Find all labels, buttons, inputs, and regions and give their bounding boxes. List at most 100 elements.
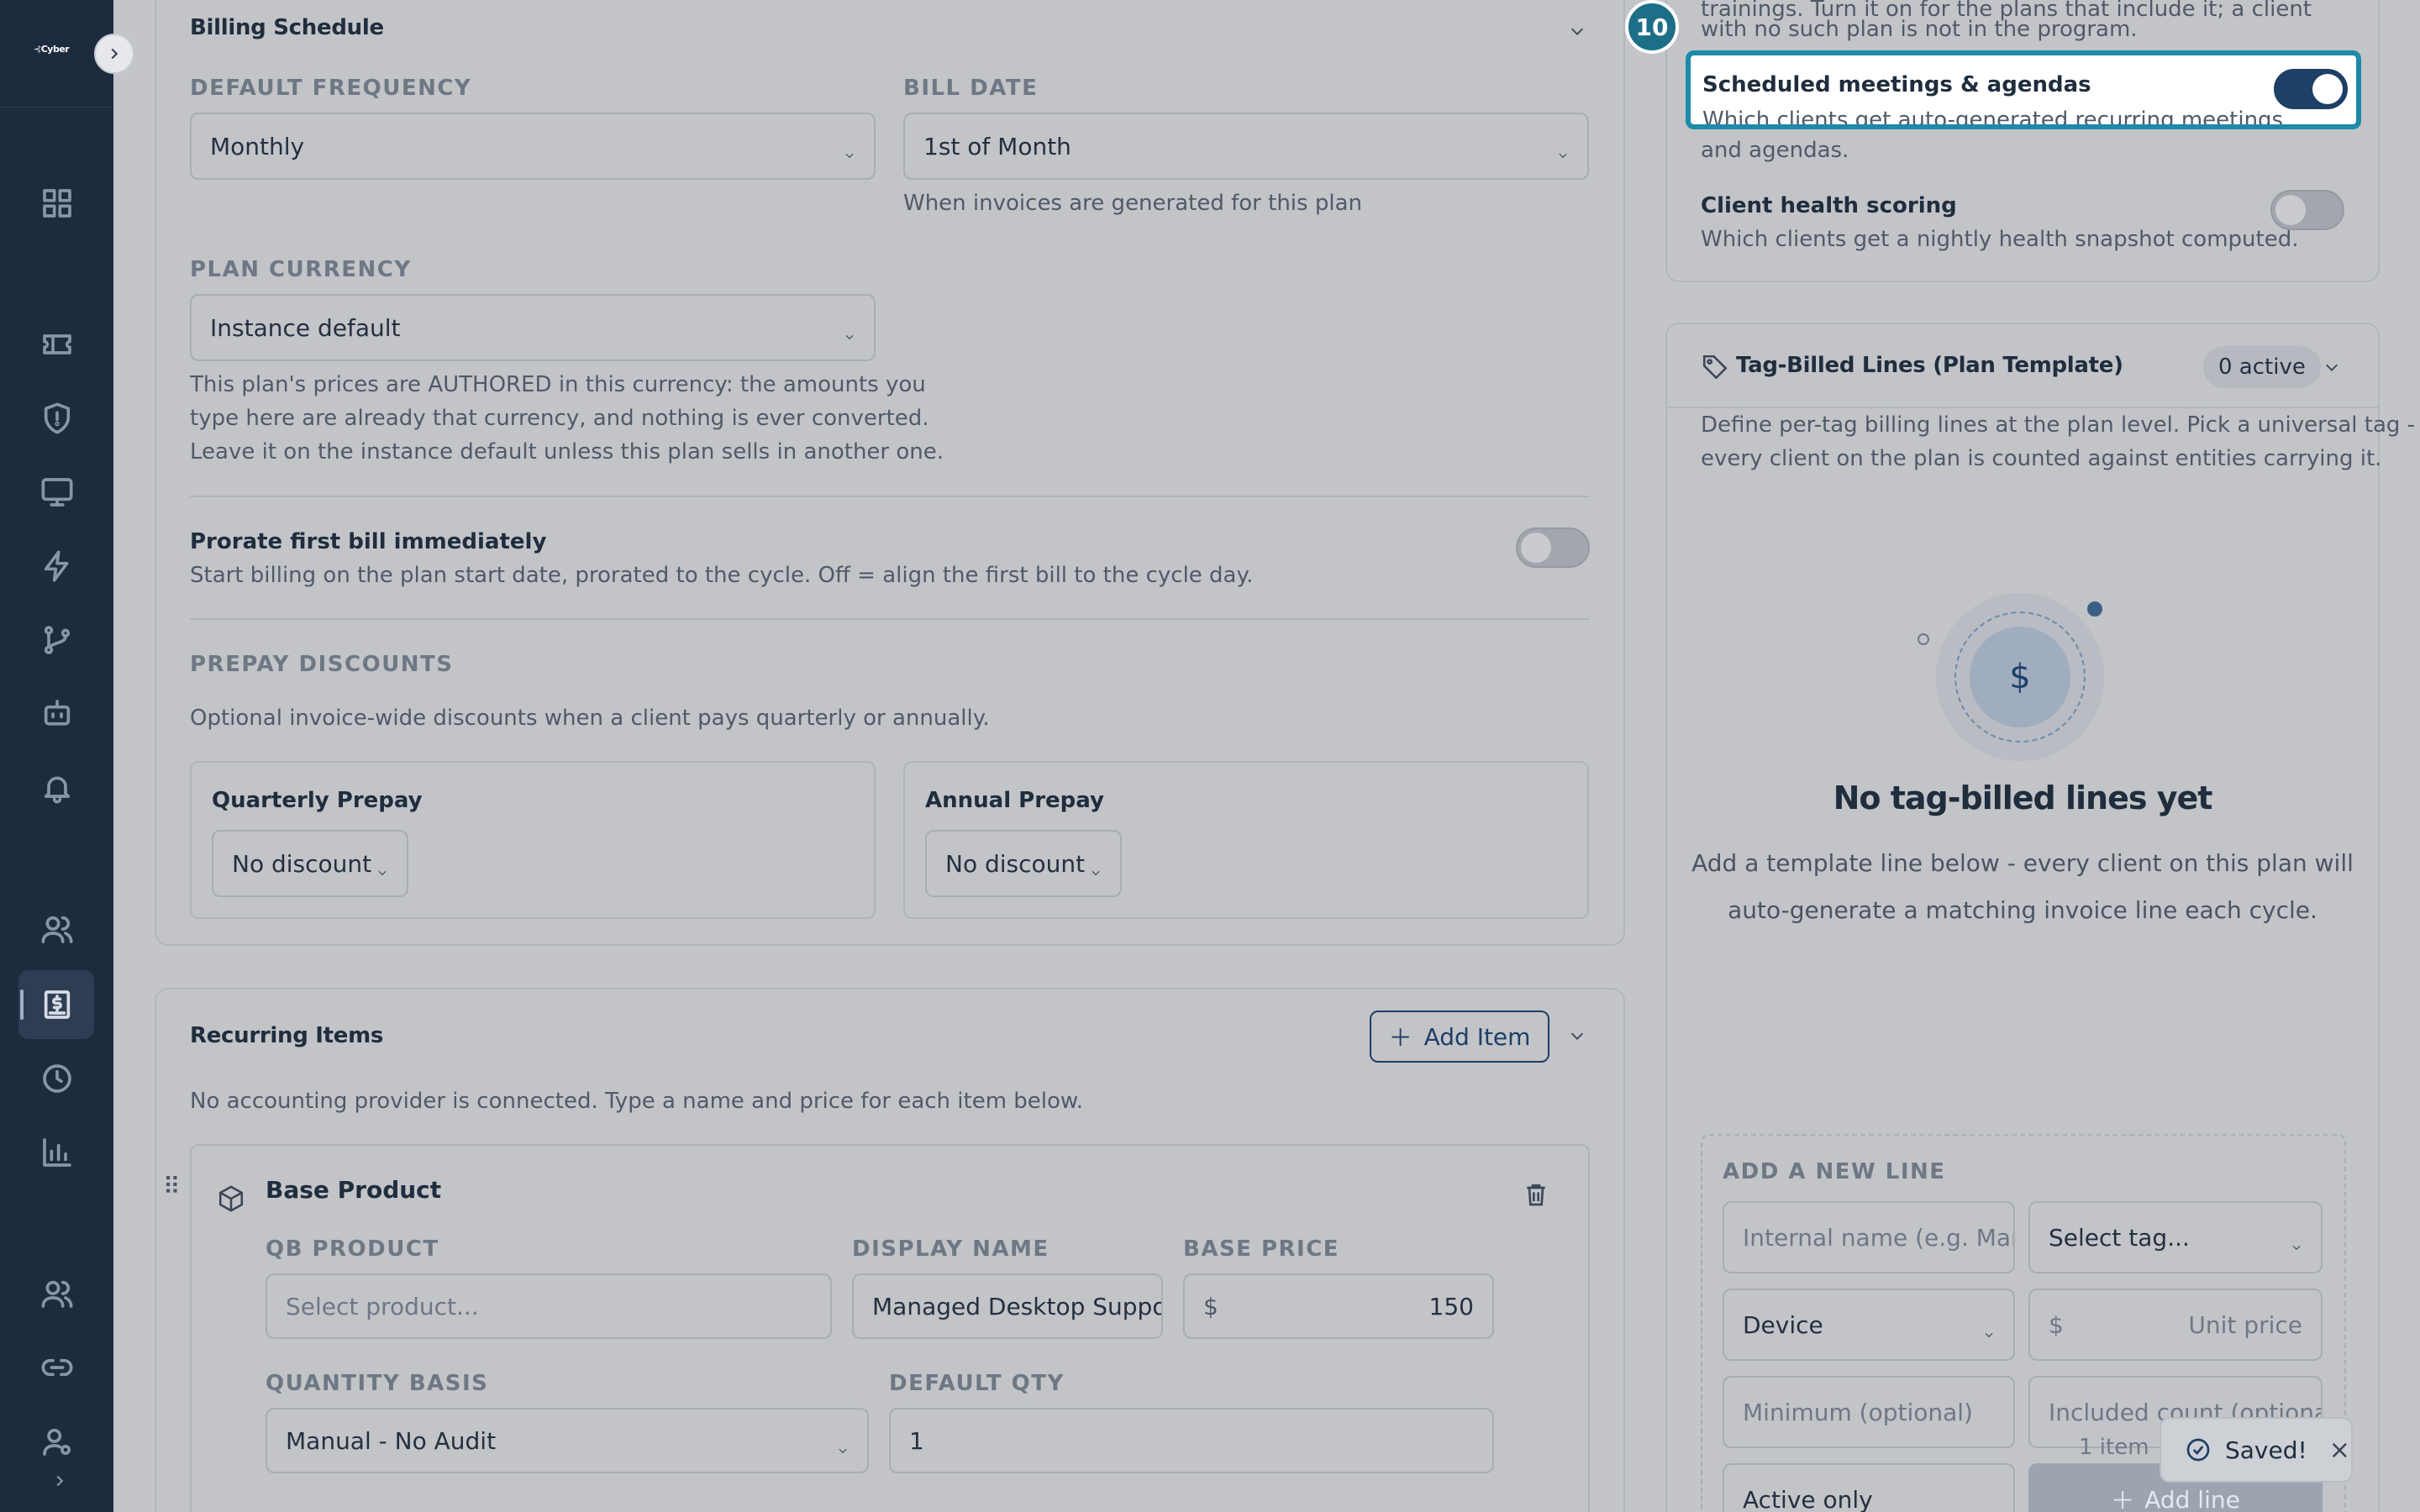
sidebar-item-clients[interactable]	[37, 909, 77, 949]
base-price-input[interactable]: $ 150	[1183, 1273, 1494, 1339]
drag-handle-icon[interactable]: ⠿	[163, 1173, 181, 1200]
prorate-description: Start billing on the plan start date, pr…	[190, 563, 1254, 588]
recurring-items-title: Recurring Items	[190, 1023, 384, 1048]
tag-icon	[1701, 353, 1729, 385]
quantity-basis-label: QUANTITY BASIS	[266, 1371, 489, 1396]
quarterly-prepay-select[interactable]: No discount	[212, 830, 408, 897]
default-qty-input[interactable]: 1	[889, 1408, 1494, 1473]
default-frequency-select[interactable]: Monthly	[190, 113, 876, 180]
decor-dot	[1918, 633, 1929, 645]
tag-billed-description: Define per-tag billing lines at the plan…	[1701, 408, 2415, 475]
qb-product-placeholder: Select product...	[286, 1292, 479, 1320]
annual-prepay-select[interactable]: No discount	[925, 830, 1122, 897]
link-icon	[41, 1358, 73, 1377]
scope-select[interactable]: Active only	[1723, 1463, 2015, 1512]
dollar-icon: $	[1970, 627, 2070, 727]
sidebar-item-alerts[interactable]	[37, 768, 77, 808]
display-name-input[interactable]: Managed Desktop Support	[852, 1273, 1163, 1339]
base-product-title: Base Product	[266, 1176, 442, 1204]
internal-name-input[interactable]: Internal name (e.g. Managed	[1723, 1201, 2015, 1273]
sidebar-item-billing[interactable]	[37, 984, 77, 1025]
decor-dot	[2087, 601, 2102, 617]
chevron-down-icon	[844, 139, 855, 159]
sidebar-item-ai-agent[interactable]	[37, 694, 77, 734]
bell-icon	[44, 776, 71, 804]
collapse-chevron-icon[interactable]	[2323, 358, 2341, 380]
plus-icon: ＋	[1388, 1024, 1413, 1052]
plan-currency-help-line: This plan's prices are AUTHORED in this …	[190, 372, 926, 397]
add-item-button[interactable]: ＋ Add Item	[1370, 1011, 1549, 1063]
prepay-discounts-description: Optional invoice-wide discounts when a c…	[190, 706, 990, 731]
entity-type-select[interactable]: Device	[1723, 1289, 2015, 1361]
billing-schedule-title: Billing Schedule	[190, 15, 384, 40]
sidebar-item-dashboard[interactable]	[37, 183, 77, 223]
bar-chart-icon	[43, 1138, 71, 1167]
trash-icon[interactable]	[1523, 1181, 1549, 1211]
sidebar-item-admin[interactable]	[37, 1421, 77, 1462]
close-icon[interactable]: ×	[2329, 1436, 2350, 1465]
bill-date-help: When invoices are generated for this pla…	[903, 191, 1362, 216]
sidebar-item-devices[interactable]	[37, 472, 77, 512]
minimum-input[interactable]: Minimum (optional)	[1723, 1376, 2015, 1448]
health-scoring-title: Client health scoring	[1701, 193, 1957, 218]
display-name-label: DISPLAY NAME	[852, 1236, 1050, 1262]
sidebar-item-tickets[interactable]	[37, 324, 77, 365]
health-scoring-toggle[interactable]	[2270, 190, 2344, 230]
meetings-toggle[interactable]	[2274, 69, 2348, 109]
meetings-description-cont: and agendas.	[1701, 138, 1849, 163]
plan-currency-select[interactable]: Instance default	[190, 294, 876, 361]
sidebar-expand-button[interactable]	[94, 34, 134, 74]
chevron-down-icon	[1557, 139, 1569, 159]
collapse-chevron-icon[interactable]	[50, 1472, 69, 1494]
tag-billed-title: Tag-Billed Lines (Plan Template)	[1736, 353, 2123, 378]
chevron-down-icon	[1983, 1319, 1995, 1338]
users-icon	[41, 916, 73, 943]
ticket-icon	[43, 334, 71, 354]
sidebar-item-security[interactable]	[37, 398, 77, 438]
quantity-basis-select[interactable]: Manual - No Audit	[266, 1408, 869, 1473]
collapse-chevron-icon[interactable]	[1568, 22, 1586, 44]
branch-icon	[44, 626, 71, 654]
annual-prepay-title: Annual Prepay	[925, 788, 1104, 813]
meetings-description: Which clients get auto-generated recurri…	[1702, 108, 2284, 129]
entity-type-value: Device	[1743, 1310, 1823, 1339]
tag-billed-description-line: every client on the plan is counted agai…	[1701, 446, 2382, 471]
bill-date-select[interactable]: 1st of Month	[903, 113, 1589, 180]
bill-date-label: BILL DATE	[903, 76, 1039, 101]
health-scoring-description: Which clients get a nightly health snaps…	[1701, 227, 2299, 252]
sidebar-item-team[interactable]	[37, 1273, 77, 1314]
active-count-badge: 0 active	[2203, 346, 2321, 388]
collapse-chevron-icon[interactable]	[1568, 1026, 1586, 1048]
robot-icon	[44, 700, 71, 726]
box-icon	[217, 1184, 245, 1216]
sidebar-item-workflows[interactable]	[37, 620, 77, 660]
qb-product-select[interactable]: Select product...	[266, 1273, 832, 1339]
tag-billed-description-line: Define per-tag billing lines at the plan…	[1701, 412, 2416, 438]
internal-name-placeholder: Internal name (e.g. Managed	[1743, 1223, 2013, 1252]
empty-state-description-line: auto-generate a matching invoice line ea…	[1728, 896, 2317, 924]
chevron-down-icon	[844, 321, 855, 340]
sidebar-item-time[interactable]	[37, 1058, 77, 1099]
divider	[190, 618, 1590, 620]
meetings-title: Scheduled meetings & agendas	[1702, 72, 2091, 97]
select-tag-placeholder: Select tag...	[2049, 1223, 2190, 1252]
check-circle-icon	[2186, 1438, 2210, 1462]
prorate-title: Prorate first bill immediately	[190, 529, 547, 554]
chevron-down-icon	[1090, 857, 1102, 876]
plan-currency-help: This plan's prices are AUTHORED in this …	[190, 368, 944, 469]
select-tag-select[interactable]: Select tag...	[2028, 1201, 2323, 1273]
chevron-down-icon	[2291, 1231, 2302, 1251]
quarterly-prepay-title: Quarterly Prepay	[212, 788, 423, 813]
prorate-toggle[interactable]	[1516, 528, 1590, 568]
recurring-items-note: No accounting provider is connected. Typ…	[190, 1089, 1084, 1114]
plan-currency-help-line: type here are already that currency, and…	[190, 406, 929, 431]
user-settings-icon	[43, 1428, 71, 1456]
count-hint: 1 item	[2079, 1435, 2149, 1460]
currency-symbol: $	[1203, 1292, 1218, 1320]
sidebar-item-reports[interactable]	[37, 1132, 77, 1173]
unit-price-input[interactable]: $ Unit price	[2028, 1289, 2323, 1361]
chevron-down-icon	[837, 1435, 849, 1454]
sidebar-item-automation[interactable]	[37, 546, 77, 586]
sidebar-item-integrations[interactable]	[37, 1347, 77, 1388]
currency-symbol: $	[2049, 1310, 2064, 1339]
